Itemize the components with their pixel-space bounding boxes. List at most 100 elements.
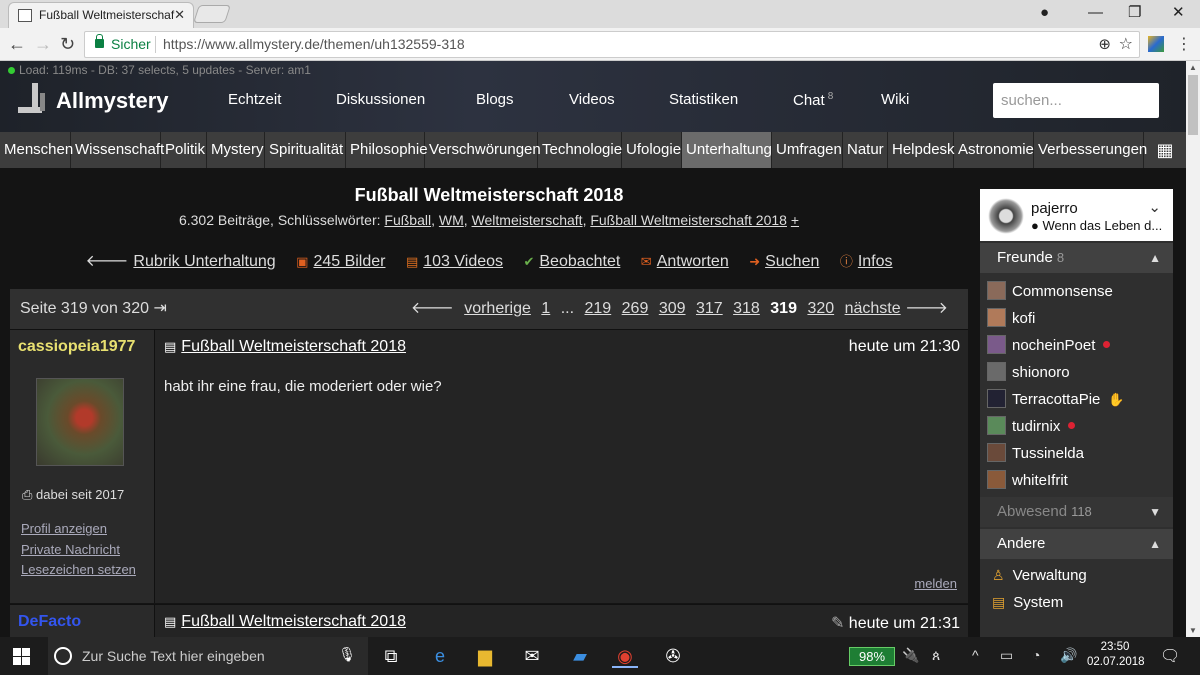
- volume-icon[interactable]: 🔊: [1060, 647, 1077, 664]
- maximize-icon[interactable]: ❐: [1128, 2, 1141, 24]
- page-link[interactable]: 317: [696, 300, 723, 317]
- category-verschwoerungen[interactable]: Verschwörungen: [425, 132, 541, 168]
- chevron-down-icon[interactable]: ▼: [1149, 497, 1161, 527]
- friend-item[interactable]: nocheinPoet: [987, 335, 1111, 356]
- author-name[interactable]: DeFacto: [18, 613, 81, 631]
- page-link[interactable]: 269: [622, 300, 649, 317]
- extension-icon[interactable]: [1148, 36, 1164, 52]
- keyword-link[interactable]: Fußball: [384, 212, 431, 228]
- nav-statistiken[interactable]: Statistiken: [669, 91, 738, 108]
- nav-wiki[interactable]: Wiki: [881, 91, 909, 108]
- next-page-link[interactable]: nächste: [845, 300, 901, 317]
- notification-icon[interactable]: 🗨: [1160, 646, 1180, 666]
- category-politik[interactable]: Politik: [161, 132, 207, 168]
- page-link[interactable]: 219: [585, 300, 612, 317]
- allmystery-logo-icon[interactable]: [18, 83, 46, 115]
- prev-page-link[interactable]: vorherige: [464, 300, 531, 317]
- url-text[interactable]: https://www.allmystery.de/themen/uh13255…: [163, 32, 465, 57]
- wifi-icon[interactable]: ◔: [1032, 647, 1040, 663]
- info-action[interactable]: ⓘ Infos: [840, 253, 893, 270]
- close-tab-icon[interactable]: ✕: [174, 3, 185, 27]
- edit-icon[interactable]: ✎: [831, 615, 844, 632]
- taskbar-search[interactable]: Zur Suche Text hier eingeben 🎙: [48, 637, 368, 675]
- edge-icon[interactable]: e: [427, 644, 453, 668]
- images-action[interactable]: ▣ 245 Bilder: [296, 253, 385, 270]
- address-bar[interactable]: Sicher https://www.allmystery.de/themen/…: [84, 31, 1140, 58]
- category-mystery[interactable]: Mystery: [207, 132, 265, 168]
- friends-header[interactable]: Freunde 8 ▲: [980, 243, 1173, 273]
- chevron-up-icon[interactable]: ▲: [1149, 529, 1161, 559]
- page-link[interactable]: 318: [733, 300, 760, 317]
- keyword-link[interactable]: Fußball Weltmeisterschaft 2018: [590, 212, 787, 228]
- category-umfragen[interactable]: Umfragen: [772, 132, 843, 168]
- videos-action[interactable]: ▤ 103 Videos: [406, 253, 503, 270]
- scroll-up-icon[interactable]: ▲: [1189, 63, 1197, 72]
- file-explorer-icon[interactable]: ▆: [472, 644, 498, 668]
- site-brand[interactable]: Allmystery: [56, 88, 169, 114]
- browser-tab[interactable]: Fußball Weltmeisterschaf ✕: [8, 2, 194, 28]
- author-name[interactable]: cassiopeia1977: [18, 338, 135, 356]
- profile-link[interactable]: Profil anzeigen: [21, 519, 136, 540]
- reply-action[interactable]: ✉ Antworten: [641, 253, 729, 270]
- battery-icon[interactable]: ▭: [1000, 647, 1013, 664]
- category-astronomie[interactable]: Astronomie: [954, 132, 1034, 168]
- category-ufologie[interactable]: Ufologie: [622, 132, 682, 168]
- plug-icon[interactable]: 🔌: [902, 647, 919, 664]
- profile-icon[interactable]: ●: [1040, 2, 1049, 24]
- store-icon[interactable]: ▰: [567, 644, 593, 668]
- category-helpdesk[interactable]: Helpdesk: [888, 132, 955, 168]
- back-to-category-action[interactable]: 🡐 Rubrik Unterhaltung: [85, 253, 275, 270]
- keyword-link[interactable]: WM: [439, 212, 464, 228]
- page-link[interactable]: 309: [659, 300, 686, 317]
- system-clock[interactable]: 23:50 02.07.2018: [1087, 640, 1145, 670]
- friend-item[interactable]: TerracottaPie ✋: [987, 389, 1125, 410]
- forward-icon[interactable]: →: [34, 33, 52, 55]
- system-link[interactable]: ▤ System: [992, 594, 1063, 611]
- category-philosophie[interactable]: Philosophie: [346, 132, 428, 168]
- chevron-up-icon[interactable]: ^: [972, 647, 979, 663]
- category-verbesserungen[interactable]: Verbesserungen: [1034, 132, 1147, 168]
- zoom-icon[interactable]: ⊕: [1098, 32, 1111, 57]
- minimize-icon[interactable]: —: [1088, 2, 1103, 24]
- private-message-link[interactable]: Private Nachricht: [21, 540, 136, 561]
- absent-header[interactable]: Abwesend 118 ▼: [980, 497, 1173, 527]
- friend-item[interactable]: whiteIfrit: [987, 470, 1068, 491]
- friend-item[interactable]: tudirnix: [987, 416, 1076, 437]
- mail-icon[interactable]: ✉: [519, 644, 545, 668]
- nav-chat[interactable]: Chat 8: [793, 91, 833, 109]
- author-avatar[interactable]: [36, 378, 124, 466]
- jump-icon[interactable]: ⇥: [153, 300, 166, 317]
- friend-item[interactable]: shionoro: [987, 362, 1070, 383]
- grid-menu-icon[interactable]: ▦: [1144, 132, 1186, 168]
- friend-item[interactable]: Tussinelda: [987, 443, 1084, 464]
- watch-action[interactable]: ✔ Beobachtet: [523, 253, 620, 270]
- bookmark-star-icon[interactable]: ☆: [1119, 32, 1133, 57]
- category-unterhaltung[interactable]: Unterhaltung: [682, 132, 772, 168]
- nav-blogs[interactable]: Blogs: [476, 91, 514, 108]
- battery-indicator[interactable]: 98%: [849, 647, 895, 666]
- new-tab-button[interactable]: [193, 5, 231, 23]
- admin-link[interactable]: ♙ Verwaltung: [992, 567, 1087, 584]
- category-natur[interactable]: Natur: [843, 132, 888, 168]
- people-icon[interactable]: ጰ: [932, 647, 940, 664]
- category-spiritualitaet[interactable]: Spiritualität: [265, 132, 346, 168]
- app-icon[interactable]: ✇: [660, 644, 686, 668]
- friend-item[interactable]: Commonsense: [987, 281, 1113, 302]
- nav-videos[interactable]: Videos: [569, 91, 615, 108]
- search-action[interactable]: ➜ Suchen: [749, 253, 819, 270]
- other-header[interactable]: Andere ▲: [980, 529, 1173, 559]
- category-wissenschaft[interactable]: Wissenschaft: [71, 132, 164, 168]
- page-link[interactable]: 320: [807, 300, 834, 317]
- task-view-icon[interactable]: ⧉: [378, 644, 404, 668]
- site-search-input[interactable]: suchen...: [993, 83, 1159, 118]
- windows-start-icon[interactable]: [13, 648, 30, 665]
- chevron-up-icon[interactable]: ▲: [1149, 243, 1161, 273]
- reload-icon[interactable]: ↻: [60, 33, 75, 55]
- back-icon[interactable]: ←: [8, 33, 26, 55]
- bookmark-link[interactable]: Lesezeichen setzen: [21, 560, 136, 581]
- scroll-thumb[interactable]: [1188, 75, 1198, 135]
- keywords-more-link[interactable]: +: [791, 212, 799, 228]
- page-scrollbar[interactable]: ▲ ▼: [1186, 61, 1200, 637]
- nav-echtzeit[interactable]: Echtzeit: [228, 91, 281, 108]
- keyword-link[interactable]: Weltmeisterschaft: [472, 212, 583, 228]
